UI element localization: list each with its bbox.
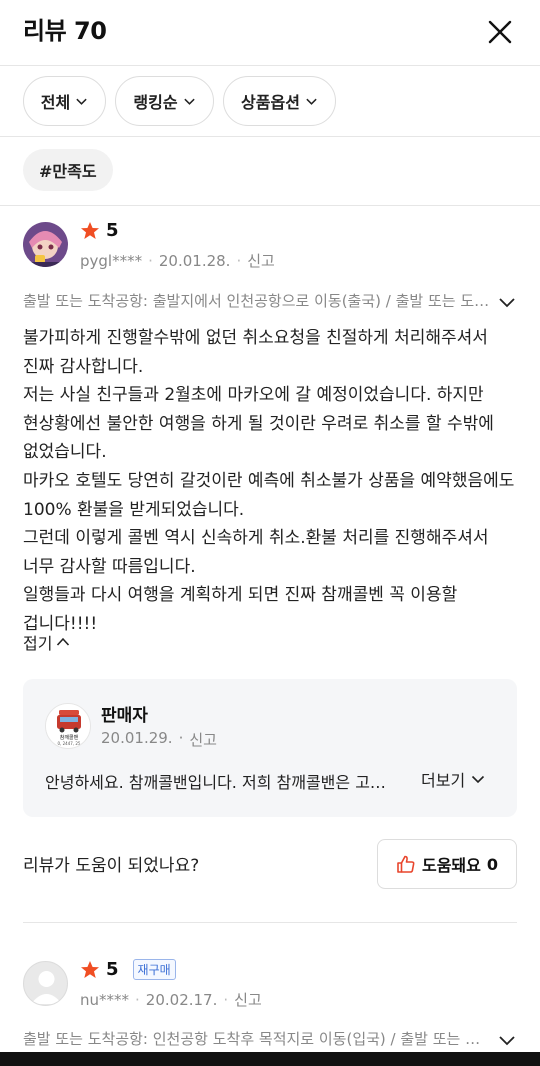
tag-bar: #만족도 xyxy=(0,137,540,206)
thumbs-up-icon xyxy=(397,855,415,873)
rating-row: 5 재구매 xyxy=(80,959,176,980)
review-paragraph: 그런데 이렇게 콜벤 역시 신속하게 취소.환불 처리를 진행해주셔서 너무 감… xyxy=(23,528,489,577)
review-date: 20.02.17. xyxy=(145,990,218,1009)
page-title: 리뷰 70 xyxy=(23,17,107,45)
report-link[interactable]: 신고 xyxy=(247,250,275,271)
review-paragraph: 일행들과 다시 여행을 계획하게 되면 진짜 참깨콜벤 꼭 이용할 겁니다!!!… xyxy=(23,585,458,634)
chevron-down-icon[interactable] xyxy=(497,1030,517,1050)
avatar[interactable] xyxy=(23,222,68,267)
system-navigation-bar xyxy=(0,1052,540,1066)
star-icon xyxy=(81,221,99,239)
tag-satisfaction[interactable]: #만족도 xyxy=(23,149,113,191)
chevron-down-icon xyxy=(472,775,485,784)
review-paragraph: 마카오 호텔도 당연히 갈것이란 예측에 취소불가 상품을 예약했음에도 100… xyxy=(23,470,515,520)
filter-option-dropdown[interactable]: 상품옵션 xyxy=(223,76,336,126)
more-label: 더보기 xyxy=(421,771,466,790)
separator-dot: · xyxy=(148,251,153,270)
helpful-count: 0 xyxy=(486,854,499,874)
route-option: 출발 또는 도착공항: 출발지에서 인천공항으로 이동(출국) / 출발 또는 … xyxy=(23,292,493,310)
helpful-label: 도움돼요 xyxy=(421,856,481,875)
filter-label: 상품옵션 xyxy=(241,93,300,112)
filter-label: 전체 xyxy=(40,93,71,112)
chevron-down-icon xyxy=(183,98,195,105)
reviewer-name: pygl**** xyxy=(80,251,143,270)
review-body: 불가피하게 진행할수밖에 없던 취소요청을 친절하게 처리해주셔서 진짜 감사합… xyxy=(23,324,517,639)
filter-bar: 전체 랭킹순 상품옵션 xyxy=(0,66,540,137)
chevron-down-icon xyxy=(306,98,317,105)
seller-reply-date: 20.01.29. xyxy=(101,729,173,747)
avatar-image xyxy=(23,222,68,267)
review-item: 5 재구매 nu**** · 20.02.17. · 신고 출발 또는 도착공항… xyxy=(0,923,540,1052)
chevron-down-icon[interactable] xyxy=(497,292,517,312)
star-icon xyxy=(81,960,99,978)
header: 리뷰 70 xyxy=(0,0,540,66)
seller-logo-image: 참깨콜밴 0, 2447, 25 xyxy=(46,704,90,748)
review-paragraph: 불가피하게 진행할수밖에 없던 취소요청을 친절하게 처리해주셔서 진짜 감사합… xyxy=(23,328,488,377)
separator-dot: · xyxy=(236,251,242,270)
report-link[interactable]: 신고 xyxy=(189,729,217,750)
default-avatar-icon xyxy=(31,971,62,1004)
seller-name: 판매자 xyxy=(101,706,148,726)
separator-dot: · xyxy=(135,990,140,1009)
separator-dot: · xyxy=(223,990,229,1009)
seller-logo-text: 참깨콜밴 xyxy=(60,734,79,741)
review-date: 20.01.28. xyxy=(158,251,231,270)
seller-logo: 참깨콜밴 0, 2447, 25 xyxy=(45,703,91,749)
close-icon[interactable] xyxy=(484,16,516,48)
seller-meta: 20.01.29. · 신고 xyxy=(101,729,217,750)
fold-label: 접기 xyxy=(23,634,53,653)
helpful-question: 리뷰가 도움이 되었나요? xyxy=(23,856,200,876)
seller-logo-phone: 0, 2447, 25 xyxy=(58,741,81,746)
rating-value: 5 xyxy=(106,959,119,980)
review-paragraph: 저는 사실 친구들과 2월초에 마카오에 갈 예정이었습니다. 하지만 현상황에… xyxy=(23,385,494,463)
review-meta: pygl**** · 20.01.28. · 신고 xyxy=(80,250,275,271)
report-link[interactable]: 신고 xyxy=(234,989,262,1010)
review-meta: nu**** · 20.02.17. · 신고 xyxy=(80,989,262,1010)
filter-all-dropdown[interactable]: 전체 xyxy=(23,76,106,126)
seller-reply-box: 참깨콜밴 0, 2447, 25 판매자 20.01.29. · 신고 안녕하세… xyxy=(23,679,517,817)
route-option: 출발 또는 도착공항: 인천공항 도착후 목적지로 이동(입국) / 출발 또는… xyxy=(23,1030,493,1048)
rating-value: 5 xyxy=(106,220,119,241)
rating-row: 5 xyxy=(80,220,119,241)
chevron-down-icon xyxy=(76,98,87,105)
filter-ranking-dropdown[interactable]: 랭킹순 xyxy=(115,76,214,126)
avatar[interactable] xyxy=(23,961,68,1006)
separator-dot: · xyxy=(178,729,184,747)
more-button[interactable]: 더보기 xyxy=(421,767,485,791)
helpful-button[interactable]: 도움돼요 0 xyxy=(377,839,517,889)
filter-label: 랭킹순 xyxy=(133,93,178,112)
seller-reply-text: 안녕하세요. 참깨콜밴입니다. 저희 참깨콜밴은 고객님의 소중한 의견에 감사… xyxy=(45,773,395,792)
fold-button[interactable]: 접기 xyxy=(23,630,70,654)
reviewer-name: nu**** xyxy=(80,990,130,1009)
chevron-up-icon xyxy=(57,637,70,646)
repurchase-badge: 재구매 xyxy=(132,959,176,980)
